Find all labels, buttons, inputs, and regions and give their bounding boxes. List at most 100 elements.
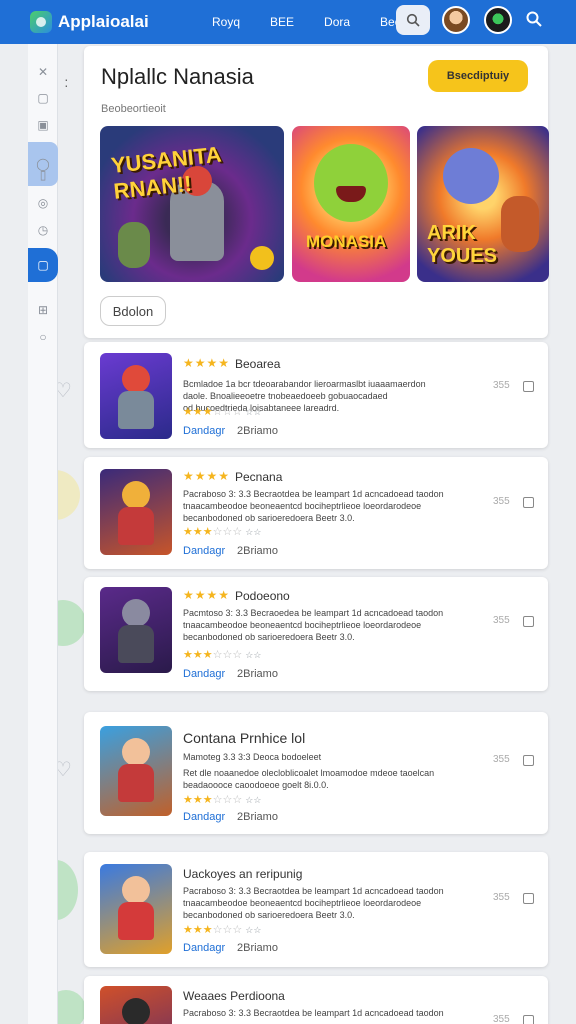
app-title: Podoeono	[235, 589, 290, 603]
app-subtitle: Mamoteg 3.3 3:3 Deoca bodoeleet	[183, 752, 322, 762]
app-description: Pacraboso 3: 3.3 Becraotdea be leampart …	[183, 886, 444, 920]
download-count: 2Briamo	[237, 545, 278, 557]
thumbnail-character	[122, 481, 150, 509]
nav-item[interactable]: BEE	[270, 15, 294, 29]
app-description: Pacraboso 3: 3.3 Becraotdea be leampart …	[183, 1008, 444, 1018]
app-description: Ret dle noaanedoe olecloblicoalet lmoamo…	[183, 768, 435, 790]
rating-empty: ☆☆☆	[212, 526, 243, 538]
download-link[interactable]: Dandagr	[183, 545, 225, 557]
featured-banner[interactable]: ARIK YOUES	[417, 126, 549, 282]
thumbnail-character	[118, 507, 154, 545]
page-title: Nplallc Nanasia	[101, 64, 254, 89]
download-link[interactable]: Dandagr	[183, 668, 225, 680]
circle-icon[interactable]: ○	[28, 324, 58, 350]
app-title: Contana Prnhice lol	[183, 730, 306, 746]
app-meta: 355	[493, 892, 510, 903]
search-icon[interactable]	[525, 10, 543, 28]
select-checkbox[interactable]	[523, 893, 534, 904]
nav-item[interactable]: Dora	[324, 15, 350, 29]
thumbnail-character	[122, 876, 150, 904]
mobile-icon[interactable]: ▯	[28, 162, 58, 188]
app-title: Pecnana	[235, 470, 283, 484]
app-description: Pacraboso 3: 3.3 Becraotdea be leampart …	[183, 489, 444, 523]
app-logo-icon	[30, 11, 52, 33]
app-description: Pacmtoso 3: 3.3 Becraoedea be leampart 1…	[183, 608, 444, 642]
nav-item[interactable]: Royq	[212, 15, 240, 29]
search-icon	[406, 13, 420, 27]
app-title: Weaaes Perdioona	[183, 989, 285, 1003]
app-list-item[interactable]: Contana Prnhice lol Mamoteg 3.3 3:3 Deoc…	[84, 712, 548, 834]
user-avatar[interactable]	[484, 6, 512, 34]
rating-empty: ☆☆☆	[212, 649, 243, 661]
rating-text: ☆☆	[245, 527, 262, 537]
app-title[interactable]: Applaioalai	[58, 12, 208, 32]
close-icon[interactable]: ✕	[28, 59, 58, 85]
download-link[interactable]: Dandagr	[183, 425, 225, 437]
thumbnail-character	[118, 764, 154, 802]
banner-title: MONASIA	[306, 232, 387, 251]
store-icon[interactable]: ▢	[28, 248, 58, 282]
app-list-item[interactable]: Uackoyes an reripunig Pacraboso 3: 3.3 B…	[84, 852, 548, 967]
app-list-item[interactable]: ★★★★ Pecnana Pacraboso 3: 3.3 Becraotdea…	[84, 457, 548, 569]
app-meta: 355	[493, 754, 510, 765]
add-icon[interactable]: ⊞	[28, 297, 58, 323]
user-rating: ★★★☆☆☆ ☆☆	[183, 648, 261, 661]
download-link[interactable]: Dandagr	[183, 942, 225, 954]
page-subtitle: Beobeortieoit	[101, 103, 166, 115]
rating-empty: ☆☆☆	[212, 406, 243, 418]
rating-text: ☆☆	[245, 925, 262, 935]
user-rating: ★★★☆☆☆ ☆☆	[183, 793, 261, 806]
user-avatar[interactable]	[442, 6, 470, 34]
rating-filled: ★★★	[183, 406, 213, 418]
thumbnail-character	[122, 738, 150, 766]
top-nav: Royq BEE Dora Beo	[212, 15, 401, 29]
app-meta: 355	[493, 1014, 510, 1024]
app-list-item[interactable]: ★★★★ Podoeono Pacmtoso 3: 3.3 Becraoedea…	[84, 577, 548, 691]
thumbnail-character	[122, 365, 150, 393]
select-checkbox[interactable]	[523, 616, 534, 627]
gamepad-icon[interactable]: ◎	[28, 190, 58, 216]
thumbnail-character	[122, 599, 150, 627]
featured-banner[interactable]: MONASIA	[292, 126, 410, 282]
star-rating: ★★★★	[183, 469, 231, 483]
download-count: 2Briamo	[237, 942, 278, 954]
rating-text: ☆☆	[245, 650, 262, 660]
thumbnail-character	[118, 902, 154, 940]
user-rating: ★★★☆☆☆ ☆☆	[183, 405, 261, 418]
select-checkbox[interactable]	[523, 755, 534, 766]
star-rating: ★★★★	[183, 356, 231, 370]
featured-card: Nplallc Nanasia Beobeortieoit Bsecdiptui…	[84, 46, 549, 338]
app-list-item[interactable]: Weaaes Perdioona Pacraboso 3: 3.3 Becrao…	[84, 976, 548, 1024]
more-options-icon[interactable]: · ·	[64, 72, 69, 92]
clock-icon[interactable]: ◷	[28, 217, 58, 243]
select-checkbox[interactable]	[523, 497, 534, 508]
box-icon[interactable]: ▣	[28, 112, 58, 138]
app-thumbnail	[100, 726, 172, 816]
banner-character	[118, 222, 150, 268]
apps-icon[interactable]: ▢	[28, 85, 58, 111]
featured-banner[interactable]: YUSANITA RNAN!!	[100, 126, 284, 282]
select-checkbox[interactable]	[523, 381, 534, 392]
app-title: Uackoyes an reripunig	[183, 867, 303, 881]
left-sidebar: ✕ ▢ ▣ ◯ ▯ ◎ ◷ ▢ ⊞ ○	[28, 44, 58, 1024]
banner-character	[443, 148, 499, 204]
rating-filled: ★★★	[183, 526, 213, 538]
rating-empty: ☆☆☆	[212, 794, 243, 806]
rating-text: ☆☆	[245, 795, 262, 805]
app-thumbnail	[100, 864, 172, 954]
rating-text: ☆☆	[245, 407, 262, 417]
banner-character	[314, 144, 388, 222]
download-link[interactable]: Dandagr	[183, 811, 225, 823]
app-thumbnail	[100, 469, 172, 555]
rating-filled: ★★★	[183, 794, 213, 806]
cta-button[interactable]: Bsecdiptuiy	[428, 60, 528, 92]
search-button[interactable]	[396, 5, 430, 35]
app-list-item[interactable]: ★★★★ Beoarea Bcmladoe 1a bcr tdeoaraband…	[84, 342, 548, 448]
filter-chip[interactable]: Bdolon	[100, 296, 166, 326]
app-meta: 355	[493, 380, 510, 391]
app-thumbnail	[100, 353, 172, 439]
select-checkbox[interactable]	[523, 1015, 534, 1024]
app-title: Beoarea	[235, 357, 281, 371]
download-count: 2Briamo	[237, 811, 278, 823]
rating-filled: ★★★	[183, 649, 213, 661]
